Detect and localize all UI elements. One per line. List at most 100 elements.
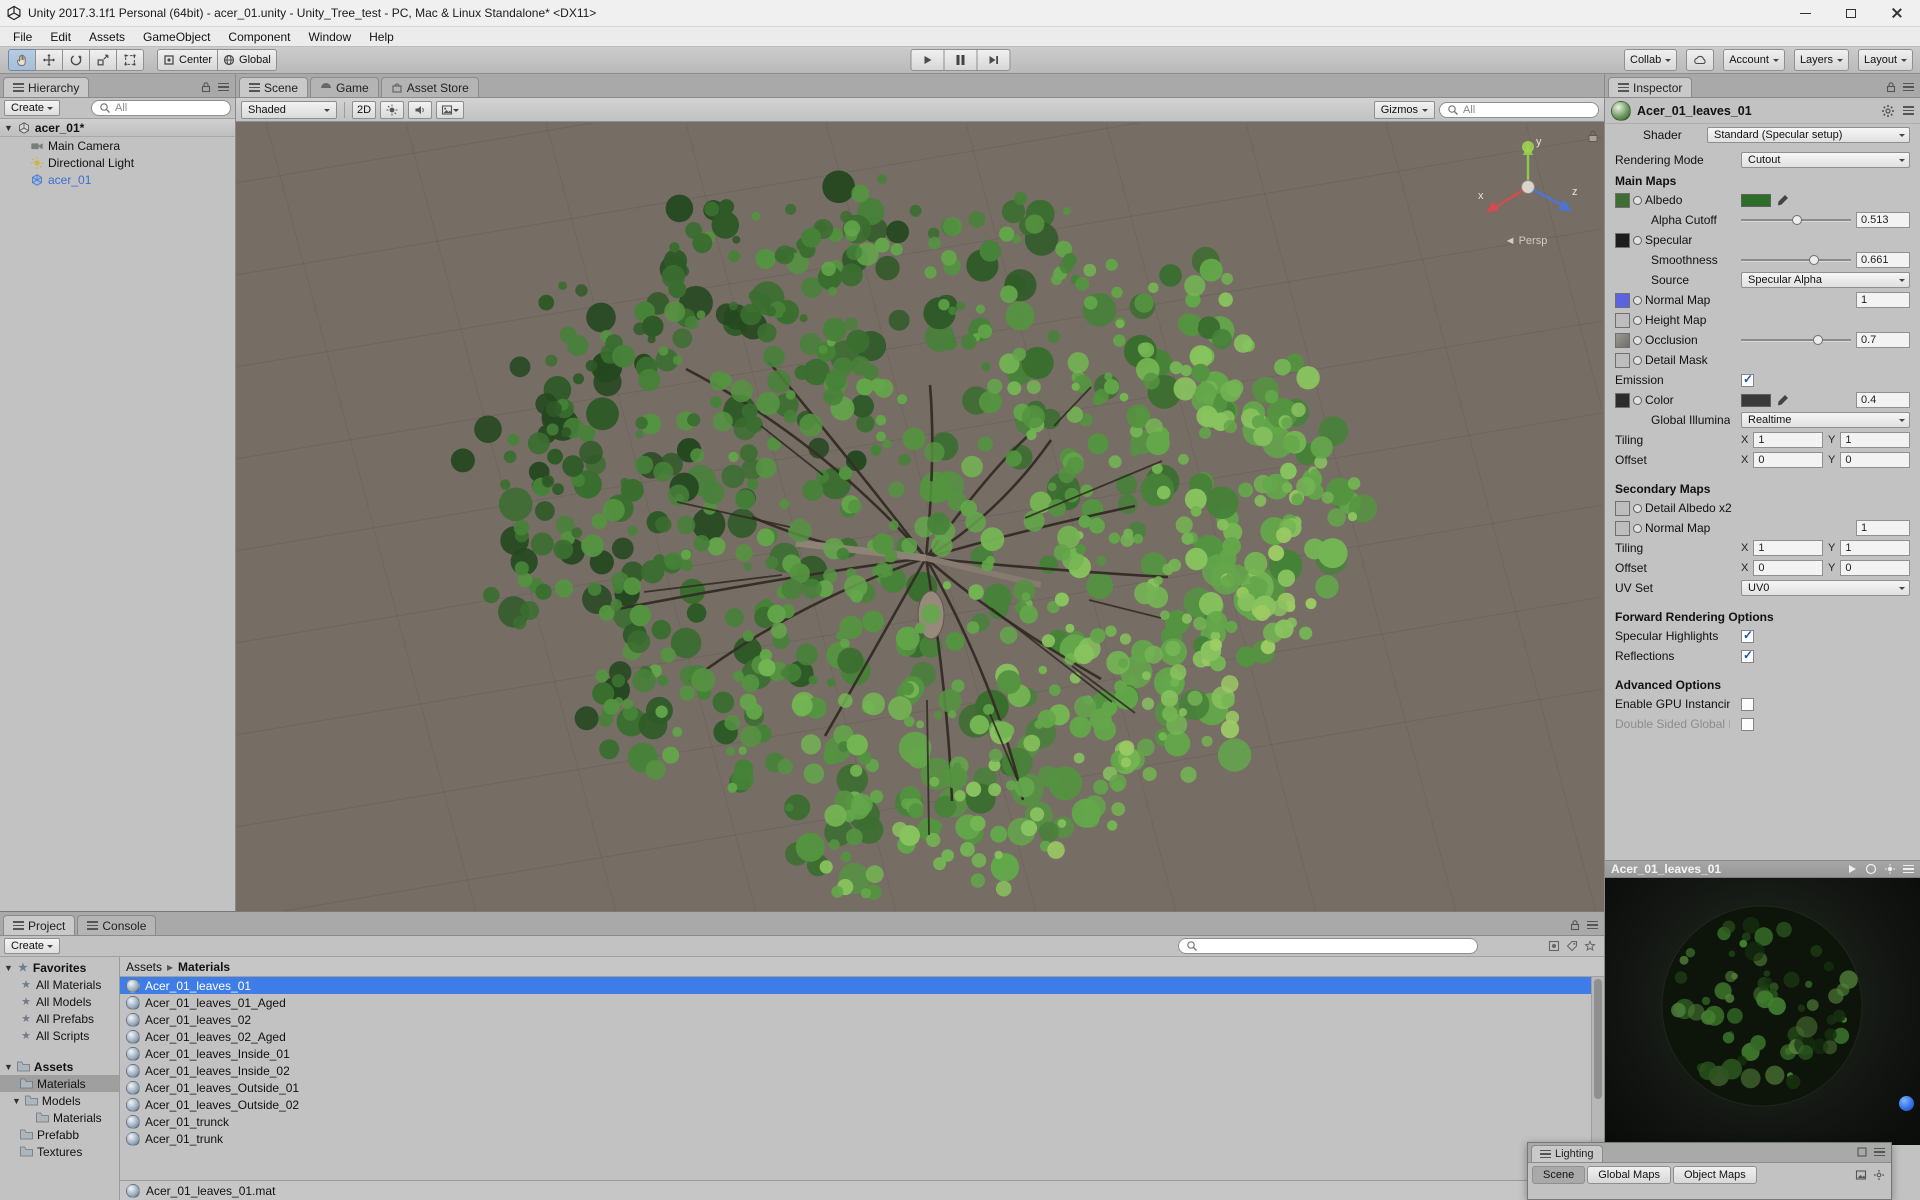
eyedropper-icon[interactable] (1776, 393, 1790, 407)
material-preview-header[interactable]: Acer_01_leaves_01 (1605, 860, 1920, 878)
menu-file[interactable]: File (4, 28, 41, 46)
account-dropdown[interactable]: Account (1723, 49, 1785, 71)
preview-light-icon[interactable] (1884, 863, 1896, 875)
hierarchy-scene-row[interactable]: ▼ acer_01* (0, 119, 235, 137)
scale-tool-button[interactable] (89, 49, 117, 71)
alpha-cutoff-slider[interactable] (1741, 213, 1851, 227)
alpha-cutoff-field[interactable]: 0.513 (1856, 212, 1910, 228)
favorite-search-icon[interactable] (1584, 940, 1596, 952)
occlusion-texture-thumb[interactable] (1615, 332, 1630, 348)
texture-target-icon[interactable] (1633, 315, 1642, 325)
file-row[interactable]: Acer_01_trunck (120, 1113, 1604, 1130)
texture-target-icon[interactable] (1633, 295, 1642, 305)
source-dropdown[interactable]: Specular Alpha (1741, 272, 1910, 288)
scene-search-input[interactable]: All (1439, 101, 1599, 118)
hand-tool-button[interactable] (8, 49, 36, 71)
texture-target-icon[interactable] (1633, 523, 1642, 533)
shader-dropdown[interactable]: Standard (Specular setup) (1707, 127, 1910, 143)
menu-assets[interactable]: Assets (80, 28, 134, 46)
menu-edit[interactable]: Edit (41, 28, 80, 46)
rotate-tool-button[interactable] (62, 49, 90, 71)
rendering-mode-dropdown[interactable]: Cutout (1741, 152, 1910, 168)
gear-icon[interactable] (1881, 104, 1895, 118)
cloud-button[interactable] (1686, 49, 1715, 71)
scene-lighting-toggle[interactable] (380, 100, 405, 119)
menu-component[interactable]: Component (219, 28, 299, 46)
tab-console[interactable]: Console (77, 915, 157, 935)
texture-target-icon[interactable] (1633, 195, 1642, 205)
secondary-normal-texture-thumb[interactable] (1615, 520, 1630, 536)
emission-texture-thumb[interactable] (1615, 392, 1630, 408)
assets-root-row[interactable]: ▼ Assets (0, 1058, 119, 1075)
scene-viewport[interactable]: y x z ◄ Persp (236, 122, 1604, 911)
tab-lighting[interactable]: Lighting (1531, 1145, 1603, 1162)
search-by-type-icon[interactable] (1548, 940, 1560, 952)
play-button[interactable] (910, 49, 945, 71)
gpu-instancing-checkbox[interactable] (1741, 697, 1754, 711)
breadcrumb-current[interactable]: Materials (178, 960, 230, 974)
minimize-button[interactable] (1782, 0, 1828, 26)
file-row[interactable]: Acer_01_trunk (120, 1130, 1604, 1147)
offset-x-field[interactable]: 0 (1753, 560, 1823, 576)
step-button[interactable] (976, 49, 1011, 71)
foldout-arrow-icon[interactable]: ▼ (4, 1062, 13, 1072)
albedo-texture-thumb[interactable] (1615, 192, 1630, 208)
favorite-all-materials[interactable]: ★ All Materials (0, 976, 119, 993)
emission-intensity-field[interactable]: 0.4 (1856, 392, 1910, 408)
emission-checkbox[interactable] (1741, 372, 1754, 387)
tab-hierarchy[interactable]: Hierarchy (3, 77, 90, 97)
folder-textures[interactable]: Textures (0, 1143, 119, 1160)
hierarchy-item-acer-01[interactable]: acer_01 (0, 171, 235, 188)
gear-icon[interactable] (1873, 1169, 1885, 1181)
tab-project[interactable]: Project (3, 915, 76, 935)
lighting-tab-scene[interactable]: Scene (1532, 1166, 1586, 1184)
global-illumination-dropdown[interactable]: Realtime (1741, 412, 1910, 428)
pivot-toggle-button[interactable]: Center (157, 49, 219, 71)
secondary-normal-scale-field[interactable]: 1 (1856, 520, 1910, 536)
gizmos-dropdown[interactable]: Gizmos (1373, 100, 1435, 119)
uv-set-dropdown[interactable]: UV0 (1741, 580, 1910, 596)
specular-highlights-checkbox[interactable] (1741, 628, 1754, 643)
space-toggle-button[interactable]: Global (217, 49, 277, 71)
texture-target-icon[interactable] (1633, 335, 1642, 345)
folder-models-materials[interactable]: Materials (0, 1109, 119, 1126)
double-sided-gi-checkbox[interactable] (1741, 717, 1754, 731)
file-row[interactable]: Acer_01_leaves_Inside_02 (120, 1062, 1604, 1079)
panel-menu-icon[interactable] (218, 81, 229, 94)
preview-menu-icon[interactable] (1903, 863, 1914, 876)
detail-albedo-texture-thumb[interactable] (1615, 500, 1630, 516)
close-button[interactable] (1874, 0, 1920, 26)
lock-icon[interactable] (200, 81, 212, 93)
hierarchy-search-input[interactable]: All (91, 100, 231, 116)
tab-asset-store[interactable]: Asset Store (380, 77, 479, 97)
panel-menu-icon[interactable] (1903, 81, 1914, 94)
file-row[interactable]: Acer_01_leaves_Inside_01 (120, 1045, 1604, 1062)
favorite-all-scripts[interactable]: ★ All Scripts (0, 1027, 119, 1044)
albedo-color-swatch[interactable] (1741, 193, 1771, 207)
rect-tool-button[interactable] (116, 49, 144, 71)
file-row[interactable]: Acer_01_leaves_02 (120, 1011, 1604, 1028)
services-notification-icon[interactable] (1899, 1096, 1914, 1111)
menu-gameobject[interactable]: GameObject (134, 28, 219, 46)
layout-dropdown[interactable]: Layout (1857, 49, 1913, 71)
maximize-panel-icon[interactable] (1856, 1146, 1868, 1158)
tab-inspector[interactable]: Inspector (1608, 77, 1693, 97)
smoothness-field[interactable]: 0.661 (1856, 252, 1910, 268)
offset-y-field[interactable]: 0 (1840, 452, 1910, 468)
hierarchy-item-main-camera[interactable]: Main Camera (0, 137, 235, 154)
folder-prefabb[interactable]: Prefabb (0, 1126, 119, 1143)
foldout-arrow-icon[interactable]: ▼ (4, 963, 13, 973)
hierarchy-create-button[interactable]: Create (4, 100, 61, 116)
favorite-all-models[interactable]: ★ All Models (0, 993, 119, 1010)
hierarchy-item-directional-light[interactable]: Directional Light (0, 154, 235, 171)
specular-texture-thumb[interactable] (1615, 232, 1630, 248)
file-row[interactable]: Acer_01_leaves_Outside_01 (120, 1079, 1604, 1096)
projection-label[interactable]: ◄ Persp (1466, 235, 1586, 247)
preview-play-icon[interactable] (1846, 863, 1858, 875)
texture-target-icon[interactable] (1633, 235, 1642, 245)
foldout-arrow-icon[interactable]: ▼ (4, 123, 13, 133)
collab-button[interactable]: Collab (1624, 49, 1678, 71)
tiling-y-field[interactable]: 1 (1840, 432, 1910, 448)
draw-mode-dropdown[interactable]: Shaded (241, 100, 337, 119)
foldout-arrow-icon[interactable]: ▼ (12, 1096, 21, 1106)
